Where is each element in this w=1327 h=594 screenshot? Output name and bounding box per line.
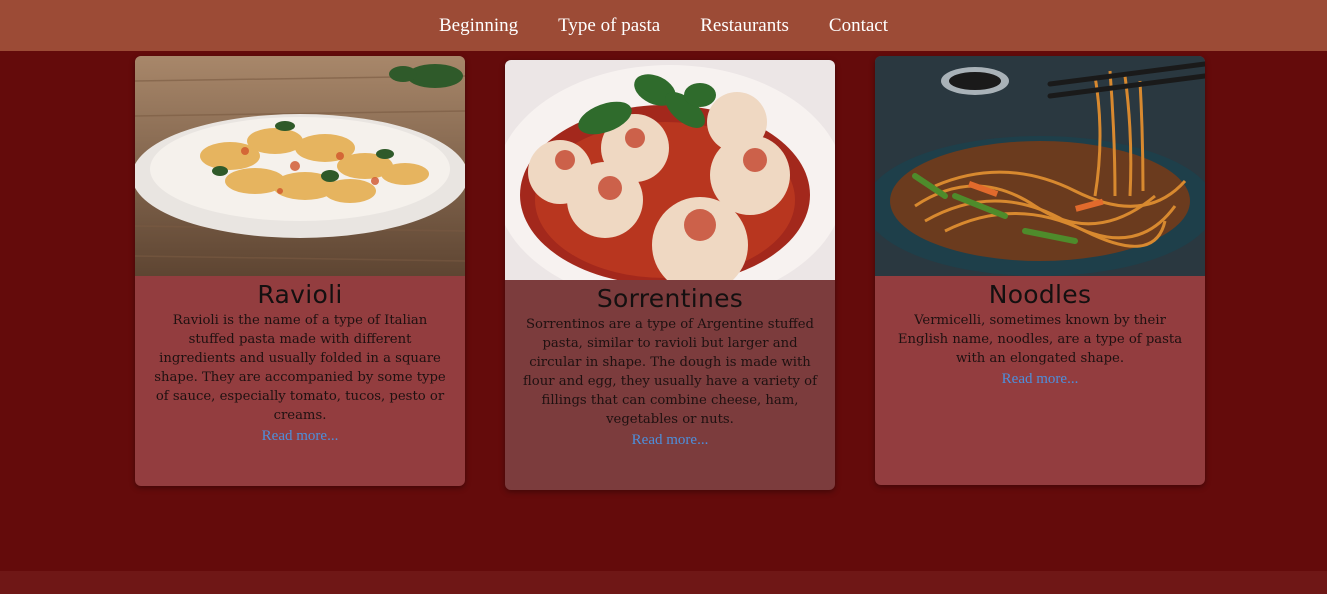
noodles-image [875, 56, 1205, 276]
ravioli-image [135, 56, 465, 276]
card-title: Noodles [988, 280, 1092, 309]
card-description: Sorrentinos are a type of Argentine stuf… [523, 317, 817, 427]
nav-link-type-of-pasta[interactable]: Type of pasta [558, 15, 660, 37]
top-navigation: Beginning Type of pasta Restaurants Cont… [0, 0, 1327, 51]
pasta-card-ravioli: Ravioli Ravioli is the name of a type of… [135, 56, 465, 486]
read-more-link[interactable]: Read more... [1002, 371, 1079, 388]
pasta-card-noodles: Noodles Vermicelli, sometimes known by t… [875, 56, 1205, 485]
nav-link-beginning[interactable]: Beginning [439, 15, 518, 37]
card-description: Ravioli is the name of a type of Italian… [154, 313, 446, 423]
read-more-link[interactable]: Read more... [632, 432, 709, 449]
card-body: Sorrentines Sorrentinos are a type of Ar… [505, 280, 835, 449]
card-description: Vermicelli, sometimes known by their Eng… [897, 313, 1183, 366]
card-title: Sorrentines [596, 284, 744, 313]
card-title: Ravioli [257, 280, 343, 309]
card-body: Ravioli Ravioli is the name of a type of… [135, 276, 465, 445]
pasta-card-sorrentines: Sorrentines Sorrentinos are a type of Ar… [505, 60, 835, 490]
read-more-link[interactable]: Read more... [262, 428, 339, 445]
footer-bar [0, 571, 1327, 594]
nav-link-restaurants[interactable]: Restaurants [700, 15, 789, 37]
sorrentines-image [505, 60, 835, 280]
card-body: Noodles Vermicelli, sometimes known by t… [875, 276, 1205, 388]
nav-link-contact[interactable]: Contact [829, 15, 888, 37]
